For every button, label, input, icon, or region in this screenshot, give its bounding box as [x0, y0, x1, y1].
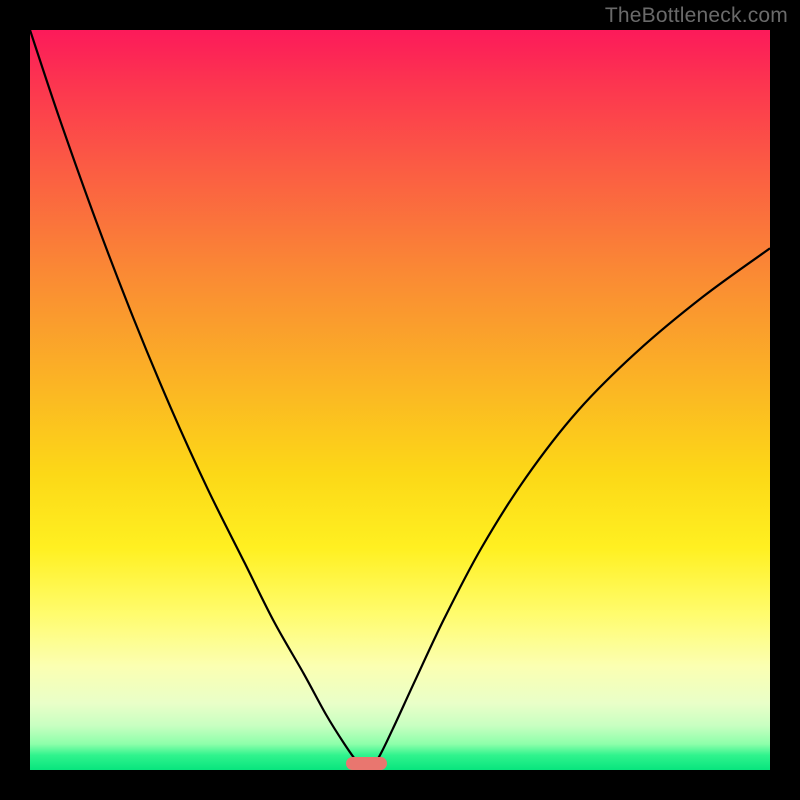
plot-area — [30, 30, 770, 770]
bottleneck-curve — [30, 30, 770, 770]
optimum-marker — [346, 757, 387, 770]
curve-layer — [30, 30, 770, 770]
watermark-text: TheBottleneck.com — [605, 4, 788, 28]
chart-frame: TheBottleneck.com — [0, 0, 800, 800]
